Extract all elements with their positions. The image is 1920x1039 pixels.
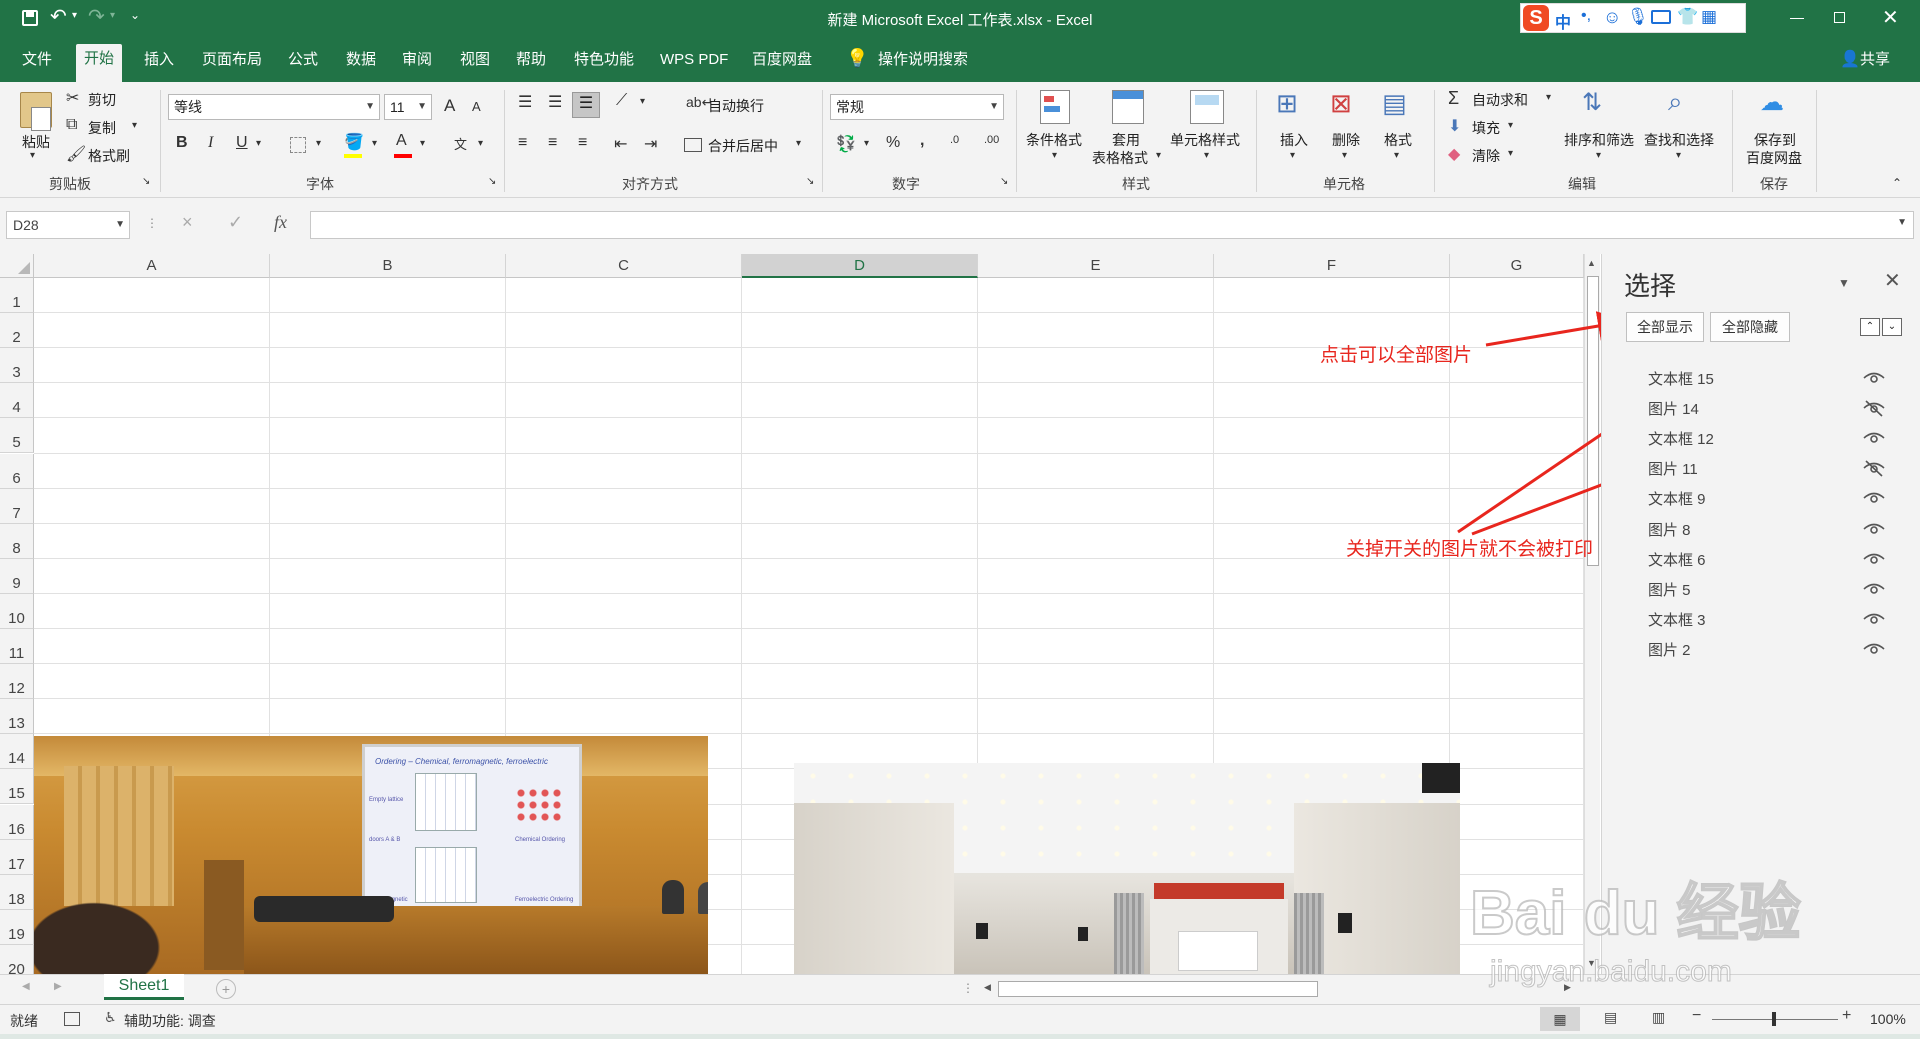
selection-item-label: 文本框 3 bbox=[1648, 611, 1706, 629]
selection-list-item[interactable]: 文本框 3 bbox=[1648, 609, 1888, 633]
zoom-slider-thumb[interactable] bbox=[1772, 1012, 1776, 1026]
selection-item-label: 文本框 9 bbox=[1648, 491, 1706, 509]
status-bar: 就绪 ♿ 辅助功能: 调查 ▦ ▤ ▥ − + 100% bbox=[0, 1004, 1920, 1034]
selection-item-label: 文本框 12 bbox=[1648, 431, 1714, 449]
eye-hidden-icon[interactable] bbox=[1862, 398, 1888, 422]
baidu-watermark-url: jingyan.baidu.com bbox=[1490, 955, 1733, 989]
baidu-watermark: Bai du 经验 bbox=[1469, 878, 1802, 949]
eye-icon[interactable] bbox=[1862, 488, 1888, 512]
selection-item-label: 图片 11 bbox=[1648, 461, 1698, 479]
eye-icon[interactable] bbox=[1862, 609, 1888, 633]
selection-list-item[interactable]: 文本框 12 bbox=[1648, 428, 1888, 452]
eye-icon[interactable] bbox=[1862, 368, 1888, 392]
selection-list-item[interactable]: 文本框 9 bbox=[1648, 488, 1888, 512]
page-layout-view-icon[interactable]: ▤ bbox=[1604, 1009, 1617, 1026]
selection-list-item[interactable]: 文本框 15 bbox=[1648, 368, 1888, 392]
hide-all-button[interactable]: 全部隐藏 bbox=[1710, 312, 1790, 342]
sheet-tab-sheet1[interactable]: Sheet1 bbox=[104, 974, 184, 1000]
selection-item-label: 文本框 6 bbox=[1648, 551, 1706, 569]
tab-split-icon[interactable]: ⋮ bbox=[962, 981, 974, 995]
accessibility-icon[interactable]: ♿ bbox=[104, 1009, 117, 1026]
accessibility-status[interactable]: 辅助功能: 调查 bbox=[124, 1011, 216, 1031]
page-break-view-icon[interactable]: ▥ bbox=[1652, 1009, 1665, 1026]
zoom-out-icon[interactable]: − bbox=[1692, 1007, 1701, 1025]
scroll-left-icon[interactable]: ◀ bbox=[984, 982, 991, 993]
show-all-button[interactable]: 全部显示 bbox=[1626, 312, 1704, 342]
pane-options-icon[interactable]: ▼ bbox=[1838, 276, 1850, 290]
taskbar-strip bbox=[0, 1034, 1920, 1039]
bring-forward-icon[interactable]: ⌃ bbox=[1860, 318, 1880, 336]
eye-icon[interactable] bbox=[1862, 579, 1888, 603]
send-backward-icon[interactable]: ⌄ bbox=[1882, 318, 1902, 336]
selection-list-item[interactable]: 图片 11 bbox=[1648, 458, 1888, 482]
pane-title: 选择 bbox=[1624, 271, 1677, 301]
selection-item-label: 图片 14 bbox=[1648, 401, 1699, 419]
normal-view-icon[interactable]: ▦ bbox=[1540, 1007, 1580, 1031]
selection-list-item[interactable]: 文本框 6 bbox=[1648, 549, 1888, 573]
eye-icon[interactable] bbox=[1862, 639, 1888, 663]
eye-hidden-icon[interactable] bbox=[1862, 458, 1888, 482]
selection-item-label: 图片 5 bbox=[1648, 581, 1691, 599]
horizontal-scroll-thumb[interactable] bbox=[998, 981, 1318, 997]
selection-item-label: 图片 2 bbox=[1648, 641, 1691, 659]
status-ready: 就绪 bbox=[10, 1013, 38, 1029]
add-sheet-icon[interactable]: + bbox=[216, 979, 236, 999]
selection-list-item[interactable]: 图片 5 bbox=[1648, 579, 1888, 603]
eye-icon[interactable] bbox=[1862, 428, 1888, 452]
pane-close-icon[interactable]: ✕ bbox=[1884, 268, 1901, 293]
macro-record-icon[interactable] bbox=[64, 1012, 80, 1026]
selection-list-item[interactable]: 图片 2 bbox=[1648, 639, 1888, 663]
prev-sheet-icon[interactable]: ◀ bbox=[22, 981, 30, 992]
zoom-slider[interactable] bbox=[1712, 1012, 1838, 1026]
eye-icon[interactable] bbox=[1862, 549, 1888, 573]
zoom-level[interactable]: 100% bbox=[1870, 1011, 1906, 1027]
next-sheet-icon[interactable]: ▶ bbox=[54, 981, 62, 992]
selection-item-label: 图片 8 bbox=[1648, 521, 1691, 539]
selection-list-item[interactable]: 图片 14 bbox=[1648, 398, 1888, 422]
selection-item-label: 文本框 15 bbox=[1648, 371, 1714, 388]
zoom-in-icon[interactable]: + bbox=[1842, 1007, 1851, 1025]
selection-list-item[interactable]: 图片 8 bbox=[1648, 519, 1888, 543]
eye-icon[interactable] bbox=[1862, 519, 1888, 543]
